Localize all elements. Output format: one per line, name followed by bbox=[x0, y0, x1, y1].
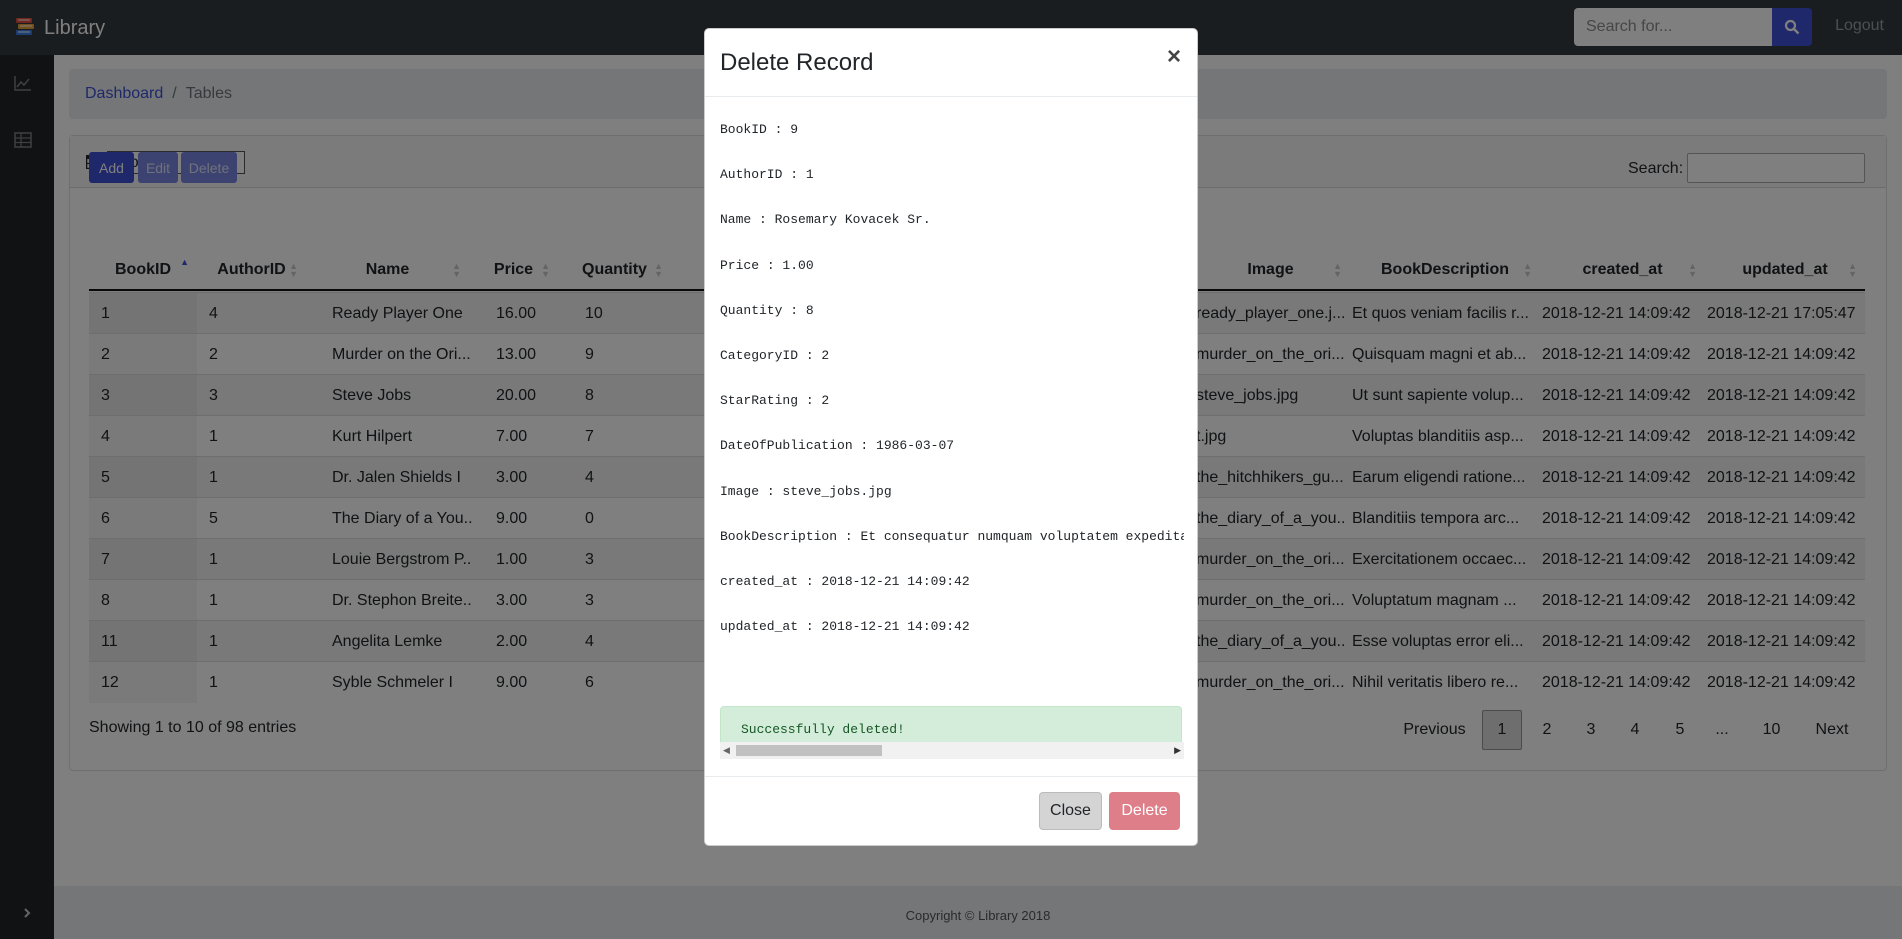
record-field-separator: : bbox=[782, 167, 806, 183]
record-field-value: Rosemary Kovacek Sr. bbox=[774, 212, 931, 228]
record-field-separator: : bbox=[782, 302, 806, 318]
record-field-value: 8 bbox=[805, 302, 814, 318]
record-field-value: 2018-12-21 14:09:42 bbox=[821, 619, 970, 635]
record-field-label: Image bbox=[720, 483, 760, 499]
scroll-left-arrow-icon[interactable]: ◀ bbox=[723, 745, 730, 756]
record-field-label: updated_at bbox=[720, 619, 799, 635]
record-field-separator: : bbox=[798, 574, 822, 589]
record-field: AuthorID : 1 bbox=[720, 167, 814, 182]
record-field: DateOfPublication : 1986-03-07 bbox=[720, 438, 954, 453]
record-field: created_at : 2018-12-21 14:09:42 bbox=[720, 574, 970, 589]
record-field-value: steve_jobs.jpg bbox=[782, 483, 892, 499]
record-field: Quantity : 8 bbox=[720, 303, 814, 318]
record-field-separator: : bbox=[759, 257, 783, 273]
modal-title: Delete Record bbox=[720, 49, 874, 76]
record-field: Name : Rosemary Kovacek Sr. bbox=[720, 212, 931, 227]
record-field-value: 2 bbox=[821, 393, 830, 409]
record-field-label: created_at bbox=[720, 574, 799, 589]
record-field-separator: : bbox=[798, 619, 822, 635]
record-field-label: BookID bbox=[720, 122, 767, 137]
record-field-label: Quantity bbox=[720, 302, 783, 318]
record-field-label: DateOfPublication bbox=[720, 438, 853, 454]
close-button[interactable]: Close bbox=[1039, 792, 1102, 830]
record-field-separator: : bbox=[798, 348, 822, 363]
close-icon[interactable]: × bbox=[1167, 43, 1181, 71]
modal-header: Delete Record × bbox=[705, 29, 1197, 97]
record-field: BookDescription : Et consequatur numquam… bbox=[720, 529, 1184, 544]
success-alert-text: Successfully deleted! bbox=[741, 722, 905, 737]
record-field: CategoryID : 2 bbox=[720, 348, 829, 363]
record-field-separator: : bbox=[837, 528, 861, 544]
record-field-label: AuthorID bbox=[720, 167, 783, 183]
record-field-value: 2 bbox=[821, 348, 830, 363]
record-field: Image : steve_jobs.jpg bbox=[720, 484, 892, 499]
record-field-value: 1 bbox=[805, 167, 814, 183]
record-field: updated_at : 2018-12-21 14:09:42 bbox=[720, 619, 970, 634]
horizontal-scrollbar[interactable]: ◀ ▶ bbox=[720, 742, 1184, 759]
record-field-label: StarRating bbox=[720, 393, 799, 409]
record-field-value: 9 bbox=[790, 122, 799, 137]
record-field-label: CategoryID bbox=[720, 348, 799, 363]
record-field-value: 1.00 bbox=[782, 257, 814, 273]
record-field: StarRating : 2 bbox=[720, 393, 829, 408]
delete-record-modal: Delete Record × BookID : 9 AuthorID : 1 Na… bbox=[704, 28, 1198, 846]
record-field-label: Price bbox=[720, 257, 760, 273]
record-field-separator: : bbox=[852, 438, 877, 454]
record-field-separator: : bbox=[759, 483, 783, 499]
record-field: Price : 1.00 bbox=[720, 258, 814, 273]
record-field-label: BookDescription bbox=[720, 528, 838, 544]
scroll-right-arrow-icon[interactable]: ▶ bbox=[1174, 745, 1181, 756]
record-field-separator: : bbox=[798, 393, 822, 409]
record-field-value: Et consequatur numquam voluptatem expedi… bbox=[860, 528, 1184, 544]
record-field-separator: : bbox=[751, 212, 775, 228]
record-field: BookID : 9 bbox=[720, 122, 798, 137]
record-field-label: Name bbox=[720, 212, 752, 228]
modal-body: BookID : 9 AuthorID : 1 Name : Rosemary Ko… bbox=[720, 97, 1184, 750]
record-field-value: 2018-12-21 14:09:42 bbox=[821, 574, 970, 589]
record-field-separator: : bbox=[766, 122, 791, 137]
record-field-value: 1986-03-07 bbox=[876, 438, 955, 454]
confirm-delete-button[interactable]: Delete bbox=[1109, 792, 1180, 830]
modal-footer: Close Delete bbox=[705, 776, 1197, 847]
scrollbar-thumb[interactable] bbox=[736, 745, 882, 756]
